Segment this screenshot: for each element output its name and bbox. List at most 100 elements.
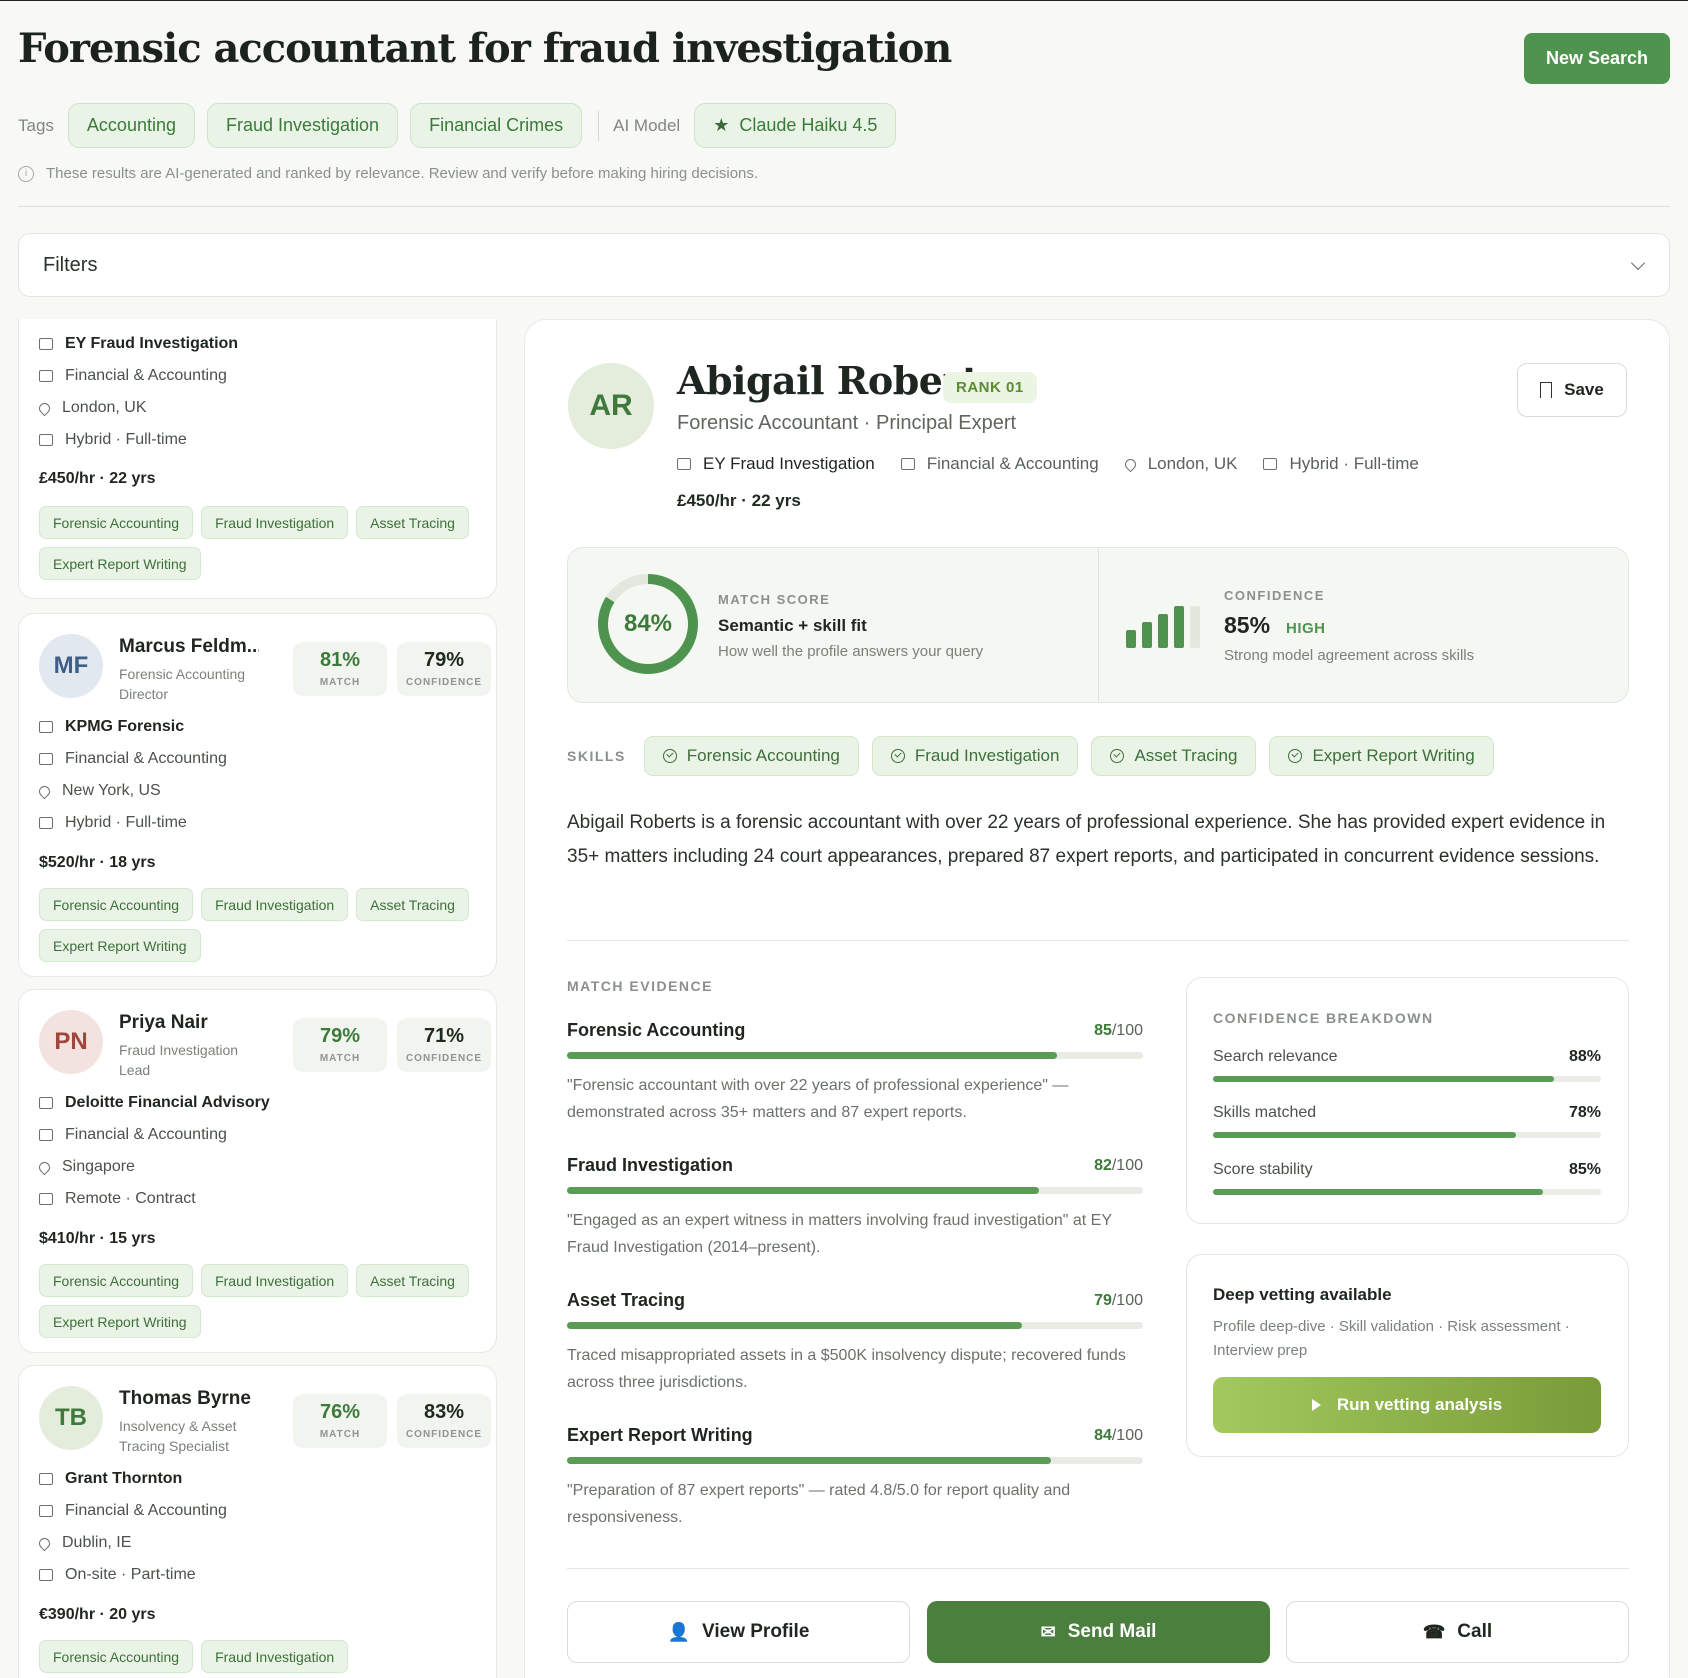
star-icon: ★: [713, 115, 730, 135]
location-pin-icon: [36, 1159, 53, 1175]
signal-bar: [1142, 622, 1152, 648]
match-value: 76%: [319, 1401, 361, 1423]
candidate-name[interactable]: Thomas Byrne: [119, 1388, 259, 1410]
match-score-box: 81% MATCH: [293, 642, 387, 696]
confidence-score-box: 79% CONFIDENCE: [397, 642, 491, 696]
breakdown-name: Search relevance: [1213, 1048, 1338, 1065]
rate-text: €390/hr · 20 yrs: [39, 1606, 156, 1623]
industry-text: Financial & Accounting: [65, 750, 227, 767]
match-score-value: 84%: [623, 610, 673, 637]
bag-icon: [1263, 458, 1278, 470]
location-text: Singapore: [62, 1158, 135, 1175]
candidate-card[interactable]: TB Thomas Byrne Insolvency & Asset Traci…: [18, 1365, 497, 1678]
evidence-quote: "Preparation of 87 expert reports" — rat…: [567, 1482, 1071, 1526]
evidence-quote: "Engaged as an expert witness in matters…: [567, 1212, 1112, 1256]
breakdown-bar-track: [1213, 1076, 1601, 1082]
confidence-label: CONFIDENCE: [405, 677, 483, 688]
candidate-title: Forensic Accounting Director: [119, 666, 246, 702]
skill-chip: Fraud Investigation: [201, 506, 349, 539]
ai-model-label: AI Model: [613, 115, 681, 135]
location-pin-icon: [36, 1535, 53, 1551]
skill-chip: Fraud Investigation: [201, 888, 349, 921]
work-text: Hybrid · Full-time: [1289, 454, 1419, 473]
ai-model-pill[interactable]: ★ Claude Haiku 4.5: [694, 103, 897, 148]
signal-bar: [1158, 614, 1168, 648]
skill-pill: Expert Report Writing: [1269, 736, 1494, 776]
breakdown-name: Score stability: [1213, 1161, 1313, 1178]
skill-chip: Forensic Accounting: [39, 1640, 194, 1673]
divider: [18, 206, 1670, 207]
avatar: AR: [568, 363, 654, 449]
industry-row: Financial & Accounting: [39, 1495, 479, 1527]
skill-pill: Forensic Accounting: [643, 736, 859, 776]
mail-icon: ✉: [1040, 1621, 1056, 1642]
location-item: London, UK: [1122, 454, 1237, 474]
skill-name: Expert Report Writing: [1312, 746, 1475, 765]
phone-icon: ☎: [1422, 1621, 1446, 1642]
candidate-meta: KPMG Forensic Financial & Accounting New…: [36, 711, 479, 839]
skill-chip: Forensic Accounting: [39, 888, 194, 921]
location-row: Singapore: [36, 1151, 479, 1183]
ai-disclaimer: i These results are AI-generated and ran…: [18, 165, 758, 182]
deep-vetting-desc: Profile deep-dive · Skill validation · R…: [1213, 1318, 1570, 1359]
candidate-card[interactable]: EY Fraud Investigation Financial & Accou…: [18, 319, 497, 599]
candidate-card[interactable]: PN Priya Nair Fraud Investigation Lead 7…: [18, 989, 497, 1353]
candidate-name[interactable]: Priya Nair: [119, 1012, 259, 1034]
bag-icon: [39, 1569, 53, 1581]
evidence-name: Asset Tracing: [567, 1290, 686, 1310]
briefcase-icon: [39, 753, 53, 765]
industry-text: Financial & Accounting: [926, 454, 1099, 473]
evidence-bar-track: [567, 1187, 1143, 1194]
skill-chip: Forensic Accounting: [39, 506, 194, 539]
signal-bar: [1126, 630, 1136, 648]
call-button[interactable]: ☎ Call: [1286, 1601, 1629, 1663]
chevron-down-icon[interactable]: [1630, 255, 1646, 271]
evidence-score: 79/100: [1094, 1292, 1143, 1310]
call-label: Call: [1457, 1621, 1493, 1642]
filters-bar[interactable]: Filters: [18, 233, 1670, 297]
rate-text: $520/hr · 18 yrs: [39, 854, 156, 871]
save-button[interactable]: Save: [1517, 363, 1627, 417]
tag-pill[interactable]: Fraud Investigation: [206, 103, 399, 148]
evidence-score-max: /100: [1111, 1157, 1143, 1174]
skill-pill: Fraud Investigation: [871, 736, 1079, 776]
building-icon: [39, 721, 53, 733]
bag-icon: [39, 434, 53, 446]
location-text: Dublin, IE: [62, 1534, 132, 1551]
bookmark-icon: [1540, 382, 1553, 398]
breakdown-bar-fill: [1213, 1132, 1516, 1138]
breakdown-value: 78%: [1568, 1104, 1601, 1121]
evidence-score-max: /100: [1111, 1022, 1143, 1039]
candidate-bio: Abigail Roberts is a forensic accountant…: [567, 812, 1606, 867]
confidence-desc: Strong model agreement across skills: [1224, 647, 1475, 664]
tag-pill[interactable]: Accounting: [67, 103, 195, 148]
confidence-value: 71%: [423, 1025, 465, 1047]
tag-pill[interactable]: Financial Crimes: [410, 103, 583, 148]
breakdown-bar-fill: [1213, 1076, 1555, 1082]
view-profile-button[interactable]: 👤 View Profile: [567, 1601, 910, 1663]
company-row: Grant Thornton: [39, 1463, 479, 1495]
breakdown-value: 88%: [1568, 1048, 1601, 1065]
rate-text: £450/hr · 22 yrs: [39, 470, 156, 487]
candidate-list[interactable]: EY Fraud Investigation Financial & Accou…: [18, 319, 497, 1678]
location-row: New York, US: [36, 775, 479, 807]
building-icon: [39, 1473, 53, 1485]
run-vetting-button[interactable]: Run vetting analysis: [1213, 1377, 1601, 1433]
candidate-name[interactable]: Marcus Feldm...: [119, 636, 259, 658]
skill-pill: Asset Tracing: [1091, 736, 1257, 776]
deep-vetting-title: Deep vetting available: [1213, 1285, 1392, 1304]
send-mail-button[interactable]: ✉ Send Mail: [927, 1601, 1270, 1663]
evidence-score-value: 85: [1094, 1022, 1112, 1039]
location-pin-icon: [1122, 456, 1138, 472]
confidence-value: 85%: [1224, 612, 1271, 638]
evidence-name: Fraud Investigation: [567, 1155, 734, 1175]
candidate-card[interactable]: MF Marcus Feldm... Forensic Accounting D…: [18, 613, 497, 977]
send-mail-label: Send Mail: [1067, 1621, 1157, 1642]
match-score-label: MATCH SCORE: [718, 592, 831, 607]
new-search-button[interactable]: New Search: [1524, 33, 1670, 84]
divider: [598, 110, 600, 141]
company-name: Deloitte Financial Advisory: [65, 1094, 270, 1111]
check-circle-icon: [662, 749, 677, 763]
company-name: EY Fraud Investigation: [703, 454, 875, 473]
confidence-value: 79%: [423, 649, 465, 671]
